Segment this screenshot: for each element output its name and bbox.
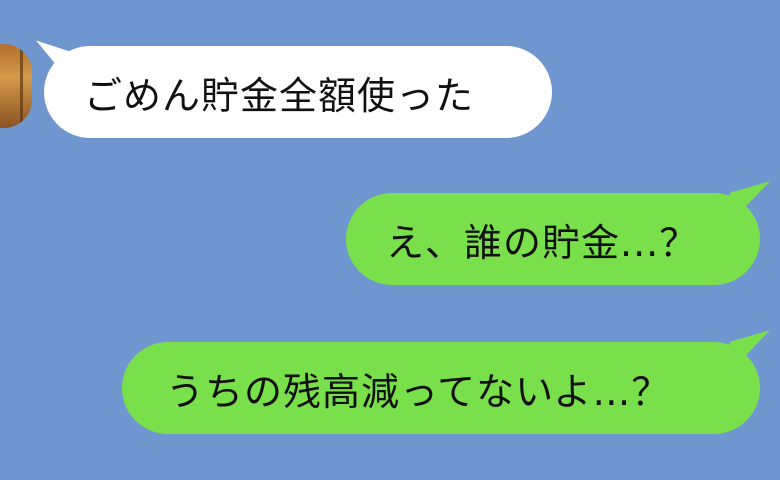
message-text: ごめん貯金全額使った bbox=[84, 73, 475, 118]
message-bubble-outgoing[interactable]: え、誰の貯金...？ bbox=[346, 193, 760, 285]
message-bubble-outgoing[interactable]: うちの残高減ってないよ…？ bbox=[122, 342, 760, 434]
message-bubble-incoming[interactable]: ごめん貯金全額使った bbox=[44, 46, 552, 138]
chat-thread: ごめん貯金全額使った え、誰の貯金...？ うちの残高減ってないよ…？ bbox=[0, 0, 780, 480]
message-text: うちの残高減ってないよ…？ bbox=[166, 369, 671, 414]
message-text: え、誰の貯金...？ bbox=[386, 220, 699, 265]
avatar-detail bbox=[20, 44, 23, 128]
contact-avatar[interactable] bbox=[0, 44, 32, 128]
